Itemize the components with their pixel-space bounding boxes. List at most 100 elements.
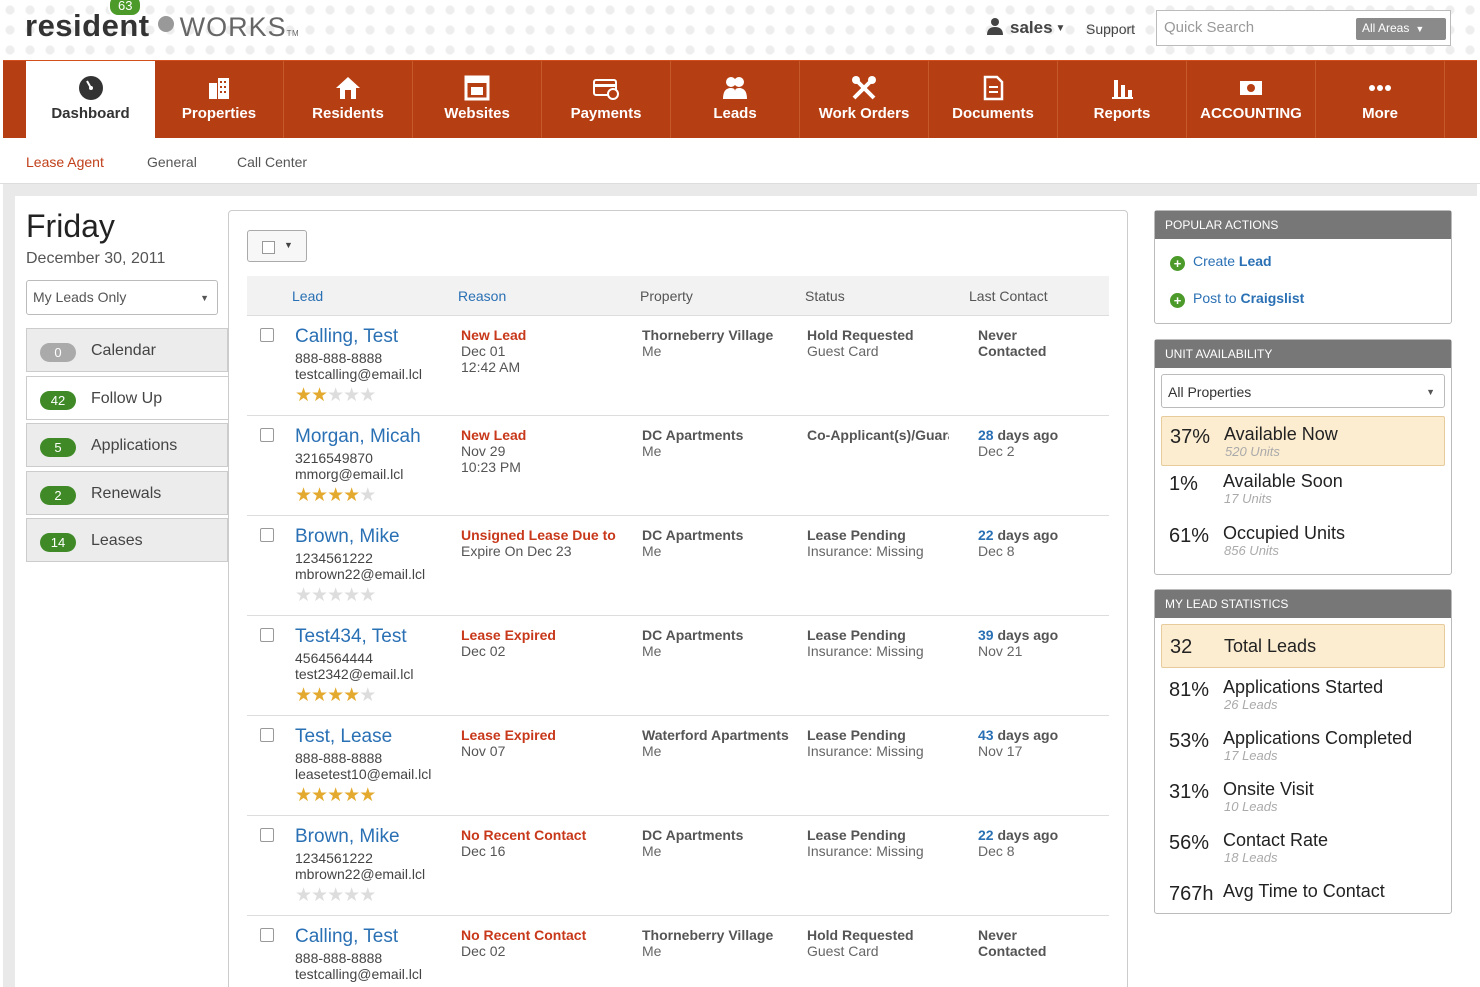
stat-occupied-units[interactable]: 61% Occupied Units 856 Units	[1161, 516, 1445, 566]
star-icon[interactable]: ★	[327, 885, 344, 906]
row-checkbox[interactable]	[260, 328, 274, 342]
star-icon[interactable]: ★	[359, 585, 376, 606]
row-checkbox[interactable]	[260, 928, 274, 942]
row-checkbox[interactable]	[260, 828, 274, 842]
stat-available-now[interactable]: 37% Available Now 520 Units	[1161, 416, 1445, 466]
nav-properties[interactable]: Properties	[155, 61, 284, 139]
table-row[interactable]: Brown, Mike 1234561222 mbrown22@email.lcl U…	[247, 516, 1109, 616]
lead-name-link[interactable]: Brown, Mike	[295, 526, 400, 548]
user-menu[interactable]: sales ▼	[986, 17, 1065, 38]
sidebar-item-renewals[interactable]: 2 Renewals	[26, 471, 228, 515]
star-icon[interactable]: ★	[295, 785, 312, 806]
star-icon[interactable]: ★	[343, 785, 360, 806]
star-icon[interactable]: ★	[343, 585, 360, 606]
table-row[interactable]: Brown, Mike 1234561222 mbrown22@email.lcl N…	[247, 816, 1109, 916]
lead-name-link[interactable]: Brown, Mike	[295, 826, 400, 848]
lead-name-link[interactable]: Calling, Test	[295, 326, 398, 348]
stat-onsite-visit[interactable]: 31% Onsite Visit 10 Leads	[1161, 772, 1445, 822]
table-row[interactable]: Calling, Test 888-888-8888 testcalling@ema…	[247, 316, 1109, 416]
row-checkbox[interactable]	[260, 428, 274, 442]
tab-general[interactable]: General	[147, 154, 197, 170]
sidebar-item-follow-up[interactable]: 42 Follow Up	[26, 376, 228, 420]
nav-documents[interactable]: Documents	[929, 61, 1058, 139]
nav-residents[interactable]: Residents	[284, 61, 413, 139]
nav-more[interactable]: More	[1316, 61, 1445, 139]
star-icon[interactable]: ★	[327, 485, 344, 506]
star-icon[interactable]: ★	[311, 685, 328, 706]
star-icon[interactable]: ★	[295, 585, 312, 606]
stat-avg-time-to-contact[interactable]: 767h Avg Time to Contact	[1161, 874, 1445, 910]
star-rating[interactable]: ★★★★★	[295, 484, 376, 507]
stat-available-soon[interactable]: 1% Available Soon 17 Units	[1161, 464, 1445, 514]
star-icon[interactable]: ★	[295, 885, 312, 906]
nav-websites[interactable]: Websites	[413, 61, 542, 139]
star-rating[interactable]: ★★★★★	[295, 384, 376, 407]
leads-filter-dropdown[interactable]: My Leads Only ▼	[26, 280, 218, 315]
post-craigslist-link[interactable]: + Post to Craigslist	[1170, 290, 1304, 308]
star-icon[interactable]: ★	[327, 585, 344, 606]
tab-lease-agent[interactable]: Lease Agent	[26, 154, 104, 170]
nav-leads[interactable]: Leads	[671, 61, 800, 139]
row-checkbox[interactable]	[260, 528, 274, 542]
column-lead[interactable]: Lead	[292, 288, 323, 304]
star-icon[interactable]: ★	[359, 685, 376, 706]
create-lead-link[interactable]: + Create Lead	[1170, 253, 1272, 271]
star-icon[interactable]: ★	[343, 485, 360, 506]
all-areas-dropdown[interactable]: All Areas ▼	[1356, 18, 1446, 40]
star-icon[interactable]: ★	[295, 385, 312, 406]
star-icon[interactable]: ★	[359, 885, 376, 906]
lead-name-link[interactable]: Calling, Test	[295, 926, 398, 948]
tab-call-center[interactable]: Call Center	[237, 154, 307, 170]
column-reason[interactable]: Reason	[458, 288, 506, 304]
star-icon[interactable]: ★	[311, 385, 328, 406]
star-icon[interactable]: ★	[327, 385, 344, 406]
logo[interactable]: resident WORKSTM	[25, 8, 299, 44]
row-checkbox[interactable]	[260, 628, 274, 642]
lead-name-link[interactable]: Test, Lease	[295, 726, 392, 748]
star-icon[interactable]: ★	[311, 885, 328, 906]
table-row[interactable]: Test, Lease 888-888-8888 leasetest10@email…	[247, 716, 1109, 816]
star-icon[interactable]: ★	[359, 785, 376, 806]
table-row[interactable]: Test434, Test 4564564444 test2342@email.lc…	[247, 616, 1109, 716]
search-input[interactable]	[1164, 19, 1344, 36]
nav-label: Reports	[1093, 105, 1151, 122]
nav-reports[interactable]: Reports	[1058, 61, 1187, 139]
nav-work-orders[interactable]: Work Orders	[800, 61, 929, 139]
lead-name-link[interactable]: Test434, Test	[295, 626, 407, 648]
stat-applications-completed[interactable]: 53% Applications Completed 17 Leads	[1161, 721, 1445, 771]
star-icon[interactable]: ★	[311, 585, 328, 606]
select-all-dropdown[interactable]: ▼	[247, 230, 307, 262]
star-rating[interactable]: ★★★★★	[295, 684, 376, 707]
nav-dashboard[interactable]: Dashboard	[26, 61, 155, 139]
star-rating[interactable]: ★★★★★	[295, 784, 376, 807]
star-icon[interactable]: ★	[343, 685, 360, 706]
table-row[interactable]: Calling, Test 888-888-8888 testcalling@ema…	[247, 916, 1109, 987]
support-link[interactable]: Support	[1086, 21, 1135, 37]
property-dropdown[interactable]: All Properties ▼	[1161, 374, 1445, 408]
stat-contact-rate[interactable]: 56% Contact Rate 18 Leads	[1161, 823, 1445, 873]
stat-sub: 520 Units	[1225, 444, 1280, 459]
sidebar-item-applications[interactable]: 5 Applications	[26, 423, 228, 467]
star-icon[interactable]: ★	[359, 385, 376, 406]
star-rating[interactable]: ★★★★★	[295, 584, 376, 607]
sidebar-item-calendar[interactable]: 0 Calendar	[26, 328, 228, 372]
lead-email: test2342@email.lcl	[295, 666, 414, 682]
table-row[interactable]: Morgan, Micah 3216549870 mmorg@email.lcl Ne…	[247, 416, 1109, 516]
star-icon[interactable]: ★	[359, 485, 376, 506]
sidebar-item-leases[interactable]: 14 Leases	[26, 518, 228, 562]
star-icon[interactable]: ★	[343, 385, 360, 406]
star-icon[interactable]: ★	[343, 885, 360, 906]
stat-applications-started[interactable]: 81% Applications Started 26 Leads	[1161, 670, 1445, 720]
star-icon[interactable]: ★	[311, 785, 328, 806]
stat-total-leads[interactable]: 32 Total Leads	[1161, 624, 1445, 668]
star-icon[interactable]: ★	[311, 485, 328, 506]
row-checkbox[interactable]	[260, 728, 274, 742]
nav-payments[interactable]: Payments	[542, 61, 671, 139]
star-icon[interactable]: ★	[295, 685, 312, 706]
star-icon[interactable]: ★	[327, 685, 344, 706]
lead-name-link[interactable]: Morgan, Micah	[295, 426, 421, 448]
star-icon[interactable]: ★	[327, 785, 344, 806]
nav-accounting[interactable]: ACCOUNTING	[1187, 61, 1316, 139]
star-icon[interactable]: ★	[295, 485, 312, 506]
star-rating[interactable]: ★★★★★	[295, 884, 376, 907]
